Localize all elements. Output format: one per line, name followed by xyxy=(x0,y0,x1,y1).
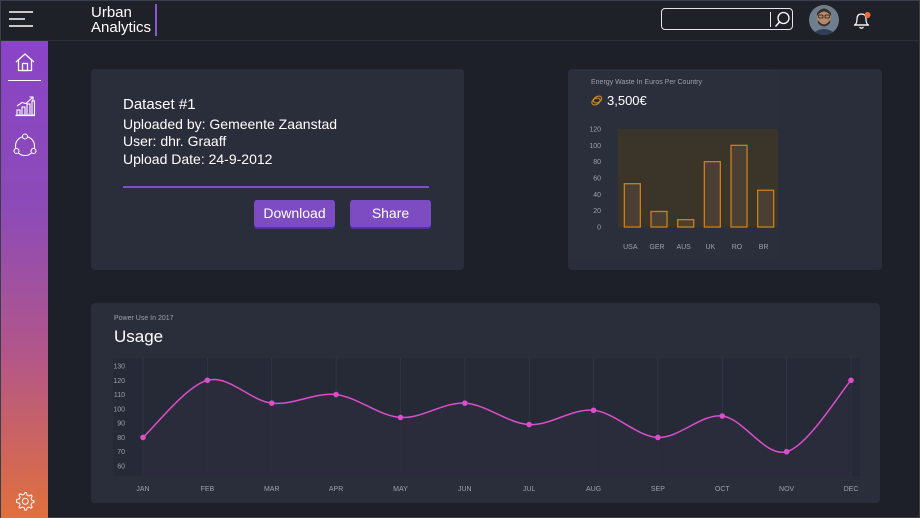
data-point-may xyxy=(397,414,404,421)
sidebar-item-settings[interactable] xyxy=(10,486,40,516)
x-tick-label: NOV xyxy=(779,486,795,493)
x-tick-label: FEB xyxy=(201,486,215,493)
data-point-oct xyxy=(719,413,726,419)
usage-card: 60 70 80 90 100 110 120 130 JAN FEB MAR APR MAY JUN JU… xyxy=(91,303,880,503)
x-tick-label: SEP xyxy=(651,486,665,493)
x-tick-label: USA xyxy=(623,244,638,251)
dataset-user: User: dhr. Graaff xyxy=(123,133,227,149)
brand-line-2: Analytics xyxy=(91,19,152,36)
data-point-jun xyxy=(462,400,468,406)
y-tick-label: 100 xyxy=(113,406,125,413)
data-point-feb xyxy=(204,377,211,384)
dataset-upload-date: Upload Date: 24-9-2012 xyxy=(123,151,273,167)
usage-subtitle: Power Use In 2017 xyxy=(114,315,174,322)
share-button[interactable]: Share xyxy=(350,200,431,227)
top-bar: Urban Analytics xyxy=(1,1,919,41)
usage-line-chart: 60 70 80 90 100 110 120 130 JAN FEB MAR APR MAY JUN JU… xyxy=(113,358,860,493)
y-tick-label: 70 xyxy=(117,449,125,456)
x-tick-label: BR xyxy=(759,244,769,251)
y-tick-label: 80 xyxy=(117,435,125,442)
x-tick-label: MAR xyxy=(264,486,280,493)
network-icon xyxy=(13,133,37,157)
energy-chart-title: Energy Waste In Euros Per Country xyxy=(591,79,703,86)
y-tick-label: 0 xyxy=(597,225,601,232)
energy-waste-card: Energy Waste In Euros Per Country 3,500€… xyxy=(568,69,882,270)
app-window: Urban Analytics Dataset #1 Uploaded by: … xyxy=(0,0,920,518)
brand-accent-bar xyxy=(155,4,158,36)
y-tick-label: 90 xyxy=(117,421,125,428)
sidebar-item-home[interactable] xyxy=(10,47,40,77)
usage-title: Usage xyxy=(114,327,164,346)
brand-name: Urban Analytics xyxy=(91,4,151,38)
x-tick-label: AUG xyxy=(586,486,601,493)
dataset-title: Dataset #1 xyxy=(123,96,196,113)
data-point-mar xyxy=(268,400,275,406)
hamburger-menu-icon[interactable] xyxy=(9,11,35,29)
y-tick-label: 120 xyxy=(113,378,125,385)
x-tick-label: RO xyxy=(732,244,743,251)
y-tick-label: 110 xyxy=(114,392,125,399)
energy-total-value: 3,500€ xyxy=(607,93,647,108)
download-button[interactable]: Download xyxy=(254,200,335,227)
data-point-jul xyxy=(526,421,532,428)
notification-dot xyxy=(864,12,871,18)
dataset-uploaded-by: Uploaded by: Gemeente Zaanstad xyxy=(123,116,338,132)
y-tick-label: 60 xyxy=(593,176,601,183)
brand-line-1: Urban xyxy=(91,4,132,21)
search-input[interactable] xyxy=(666,11,766,27)
data-point-sep xyxy=(655,434,661,441)
x-tick-label: JAN xyxy=(136,486,149,493)
data-point-jan xyxy=(140,434,146,441)
x-tick-label: JUN xyxy=(458,486,472,493)
bar-ger xyxy=(650,210,668,228)
x-tick-label: JUL xyxy=(523,486,536,493)
bar-plot-area xyxy=(618,129,778,227)
data-point-aug xyxy=(590,407,597,414)
x-tick-label: DEC xyxy=(844,486,859,493)
bar-uk xyxy=(703,161,721,228)
y-tick-label: 80 xyxy=(593,159,601,166)
dataset-divider xyxy=(123,186,429,188)
y-tick-label: 100 xyxy=(589,143,601,150)
sidebar-item-network[interactable] xyxy=(10,131,40,161)
bar-chart-icon xyxy=(15,96,36,117)
data-point-apr xyxy=(333,391,339,398)
bar-aus xyxy=(677,219,695,228)
x-tick-label: MAY xyxy=(393,486,408,493)
y-tick-label: 120 xyxy=(589,127,601,134)
x-tick-label: AUS xyxy=(676,244,691,251)
x-tick-label: APR xyxy=(329,486,343,493)
active-indicator xyxy=(8,80,41,81)
energy-bar-chart: 0 20 40 60 80 100 120 USA GER AUS UK RO BR xyxy=(589,127,778,251)
search-divider xyxy=(770,12,771,27)
y-tick-label: 20 xyxy=(593,208,601,215)
search-icon[interactable] xyxy=(774,11,791,28)
sidebar xyxy=(1,41,48,518)
bar-usa xyxy=(623,183,641,228)
x-tick-label: GER xyxy=(649,244,664,251)
coin-icon xyxy=(590,94,603,107)
data-point-nov xyxy=(783,448,790,455)
y-tick-label: 60 xyxy=(117,464,125,471)
data-point-dec xyxy=(848,377,854,384)
bell-icon[interactable] xyxy=(852,11,872,31)
sidebar-item-statistics[interactable] xyxy=(10,91,40,121)
y-tick-label: 130 xyxy=(113,364,125,371)
bar-ro xyxy=(730,144,748,228)
user-avatar[interactable] xyxy=(809,5,839,35)
dataset-card: Dataset #1 Uploaded by: Gemeente Zaansta… xyxy=(91,69,464,270)
y-tick-label: 40 xyxy=(593,192,601,199)
gear-icon xyxy=(15,491,35,511)
home-icon xyxy=(15,53,35,72)
search-box[interactable] xyxy=(661,8,793,30)
bar-br xyxy=(757,189,775,228)
x-tick-label: UK xyxy=(705,244,715,251)
x-tick-label: OCT xyxy=(715,486,731,493)
brand-logo[interactable]: Urban Analytics xyxy=(91,4,158,38)
